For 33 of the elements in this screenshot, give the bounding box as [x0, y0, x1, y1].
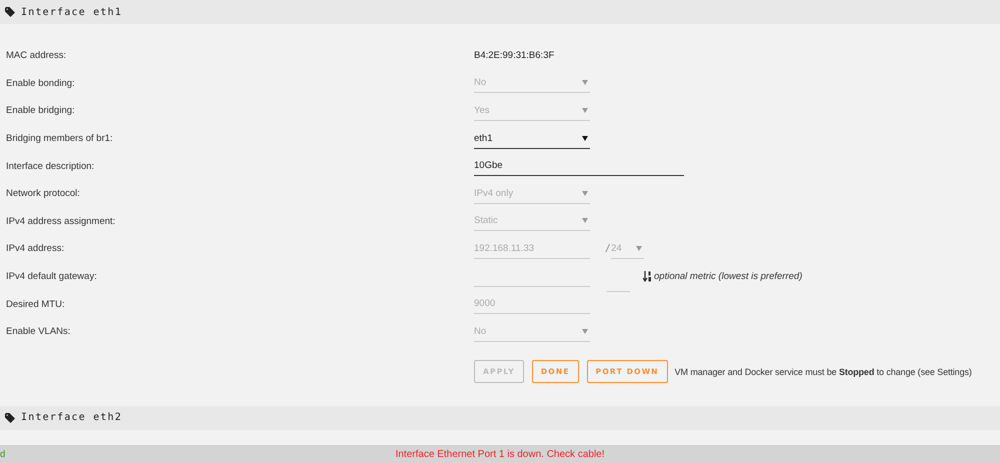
caret-icon — [582, 80, 588, 86]
section-header[interactable]: Interface eth2 — [0, 406, 1000, 430]
section-title: Interface eth1 — [21, 6, 122, 18]
field-label: IPv4 address: — [5, 243, 66, 254]
field-label: Bridging members of br1: — [5, 133, 114, 144]
caret-icon — [582, 328, 588, 334]
field-label: IPv4 address assignment: — [5, 216, 116, 227]
field-label: Desired MTU: — [5, 298, 66, 310]
status-text: d — [0, 448, 6, 460]
field-label: Network protocol: — [5, 188, 81, 200]
input-field[interactable]: 10Gbe — [474, 156, 684, 176]
caret-icon — [582, 108, 588, 113]
section-header[interactable]: Interface eth1 — [0, 0, 1000, 24]
metric-hint: optional metric (lowest is preferred) — [654, 271, 802, 282]
separator: / — [606, 242, 610, 255]
caret-icon — [582, 218, 588, 224]
caret-icon — [582, 136, 588, 141]
field-label: Enable VLANs: — [5, 326, 72, 338]
caret-icon — [636, 246, 642, 251]
caret-icon — [582, 190, 588, 196]
tag-icon — [5, 412, 15, 423]
notice-text: VM manager and Docker service must be Stopped to change (see Settings) — [674, 366, 972, 377]
tag-icon — [5, 7, 15, 17]
field-label: MAC address: — [5, 50, 68, 62]
mac-address-value: B4:2E:99:31:B6:3F — [474, 50, 554, 62]
field-label: Enable bonding: — [5, 78, 76, 89]
section-title: Interface eth2 — [21, 412, 122, 424]
sort-icon — [643, 271, 652, 282]
status-message: Interface Ethernet Port 1 is down. Check cable! — [396, 448, 604, 460]
field-label: Enable bridging: — [5, 105, 76, 116]
dropdown[interactable]: eth1 — [474, 128, 590, 149]
field-label: IPv4 default gateway: — [5, 271, 98, 282]
field-label: Interface description: — [5, 160, 96, 172]
